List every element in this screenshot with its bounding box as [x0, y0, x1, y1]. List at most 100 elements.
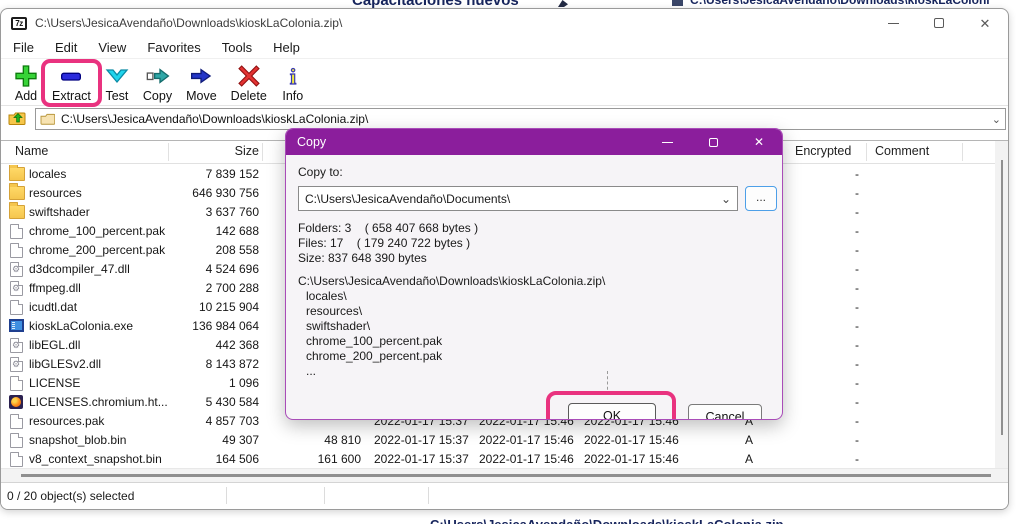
maximize-button[interactable] — [916, 9, 962, 37]
up-one-level-button[interactable] — [5, 108, 29, 130]
drag-marker — [607, 371, 608, 395]
destination-combobox[interactable]: C:\Users\JesicaAvendaño\Documents\ ⌄ — [298, 186, 738, 211]
file-type-icon — [10, 243, 23, 258]
menu-file[interactable]: File — [13, 40, 34, 55]
source-path-line: locales\ — [298, 289, 605, 304]
file-row[interactable]: v8_context_snapshot.bin 164 506 161 600 … — [1, 450, 995, 469]
titlebar[interactable]: 7z C:\Users\JesicaAvendaño\Downloads\kio… — [1, 9, 1008, 37]
copy-to-label: Copy to: — [298, 165, 343, 179]
file-name: chrome_200_percent.pak — [29, 243, 165, 257]
close-button[interactable]: ✕ — [962, 9, 1008, 37]
file-name: LICENSES.chromium.ht... — [29, 395, 168, 409]
file-encrypted: - — [796, 433, 859, 447]
address-path: C:\Users\JesicaAvendaño\Downloads\kioskL… — [61, 112, 368, 126]
dialog-close-button[interactable]: ✕ — [736, 129, 782, 155]
background-window-title: C:\Users\JesicaAvendaño\Downloads\kioskL… — [690, 0, 990, 7]
vertical-scrollbar-thumb[interactable] — [1001, 160, 1003, 435]
file-name: locales — [29, 167, 66, 181]
file-encrypted: - — [796, 281, 859, 295]
toolbar-label: Copy — [143, 89, 172, 103]
chevron-down-icon[interactable]: ⌄ — [992, 113, 1001, 126]
file-row[interactable]: snapshot_blob.bin 49 307 48 810 2022-01-… — [1, 431, 995, 450]
move-button[interactable]: Move — [179, 62, 224, 105]
file-type-icon — [10, 414, 23, 429]
menu-edit[interactable]: Edit — [55, 40, 77, 55]
minimize-button[interactable] — [870, 9, 916, 37]
7zip-logo-icon: 7z — [11, 17, 27, 30]
copy-button[interactable]: Copy — [136, 62, 179, 105]
file-type-icon — [10, 357, 23, 372]
file-encrypted: - — [796, 452, 859, 466]
menu-help[interactable]: Help — [273, 40, 300, 55]
background-bottom-text: C:\Users\JesicaAvendaño\Downloads\kioskL… — [430, 517, 890, 524]
file-encrypted: - — [796, 243, 859, 257]
dialog-minimize-button[interactable] — [644, 129, 690, 155]
file-encrypted: - — [796, 357, 859, 371]
horizontal-scrollbar[interactable] — [1, 468, 1008, 482]
dialog-maximize-button[interactable] — [690, 129, 736, 155]
file-type-icon — [9, 395, 23, 409]
move-icon — [189, 64, 213, 88]
file-packed-size: 161 600 — [263, 452, 361, 466]
delete-button[interactable]: Delete — [224, 62, 274, 105]
test-button[interactable]: Test — [98, 62, 136, 105]
ok-button[interactable]: OK — [568, 403, 656, 420]
file-encrypted: - — [796, 224, 859, 238]
file-name: v8_context_snapshot.bin — [29, 452, 162, 466]
column-header-name[interactable]: Name — [15, 144, 48, 158]
file-name: snapshot_blob.bin — [29, 433, 126, 447]
cancel-button[interactable]: Cancel — [688, 404, 762, 420]
file-type-icon — [9, 186, 25, 200]
copy-dialog-titlebar[interactable]: Copy ✕ — [286, 129, 782, 155]
column-header-encrypted[interactable]: Encrypted — [795, 144, 851, 158]
file-created: 2022-01-17 15:46 — [479, 452, 574, 466]
file-size: 10 215 904 — [169, 300, 259, 314]
file-packed-size: 48 810 — [263, 433, 361, 447]
menu-view[interactable]: View — [98, 40, 126, 55]
address-combobox[interactable]: C:\Users\JesicaAvendaño\Downloads\kioskL… — [35, 108, 1006, 130]
file-encrypted: - — [796, 167, 859, 181]
chevron-down-icon[interactable]: ⌄ — [721, 192, 731, 206]
archive-stats: Folders: 3 ( 658 407 668 bytes ) Files: … — [298, 221, 478, 266]
add-icon — [14, 64, 38, 88]
file-size: 7 839 152 — [169, 167, 259, 181]
file-encrypted: - — [796, 414, 859, 428]
file-name: LICENSE — [29, 376, 80, 390]
vertical-scrollbar[interactable] — [995, 141, 1008, 482]
column-header-comment[interactable]: Comment — [875, 144, 929, 158]
source-paths: C:\Users\JesicaAvendaño\Downloads\kioskL… — [298, 274, 605, 379]
file-size: 1 096 — [169, 376, 259, 390]
folder-icon — [40, 113, 55, 126]
file-size: 164 506 — [169, 452, 259, 466]
screen: Capacitaciones nuevos C:\Users\JesicaAve… — [0, 0, 1016, 524]
horizontal-scrollbar-thumb[interactable] — [21, 474, 991, 477]
menu-tools[interactable]: Tools — [222, 40, 252, 55]
file-size: 5 430 584 — [169, 395, 259, 409]
file-name: icudtl.dat — [29, 300, 77, 314]
toolbar-label: Delete — [231, 89, 267, 103]
source-path-line: chrome_100_percent.pak — [298, 334, 605, 349]
file-encrypted: - — [796, 205, 859, 219]
toolbar: Add Extract Test Copy — [1, 58, 1008, 106]
file-accessed: 2022-01-17 15:46 — [584, 452, 679, 466]
file-size: 2 700 288 — [169, 281, 259, 295]
file-encrypted: - — [796, 376, 859, 390]
menu-favorites[interactable]: Favorites — [147, 40, 200, 55]
copy-icon — [146, 64, 170, 88]
info-button[interactable]: i Info — [274, 62, 312, 105]
file-type-icon — [9, 205, 25, 219]
source-path-line: swiftshader\ — [298, 319, 605, 334]
info-icon: i — [281, 64, 305, 88]
browse-button[interactable]: ... — [745, 186, 777, 211]
file-size: 4 857 703 — [169, 414, 259, 428]
file-size: 208 558 — [169, 243, 259, 257]
file-name: resources.pak — [29, 414, 104, 428]
file-encrypted: - — [796, 319, 859, 333]
extract-button[interactable]: Extract — [45, 62, 98, 105]
file-type-icon — [9, 319, 24, 332]
svg-text:i: i — [290, 64, 296, 88]
add-button[interactable]: Add — [7, 62, 45, 105]
menu-bar: File Edit View Favorites Tools Help — [1, 37, 1008, 58]
file-type-icon — [10, 262, 23, 277]
column-header-size[interactable]: Size — [169, 144, 259, 158]
